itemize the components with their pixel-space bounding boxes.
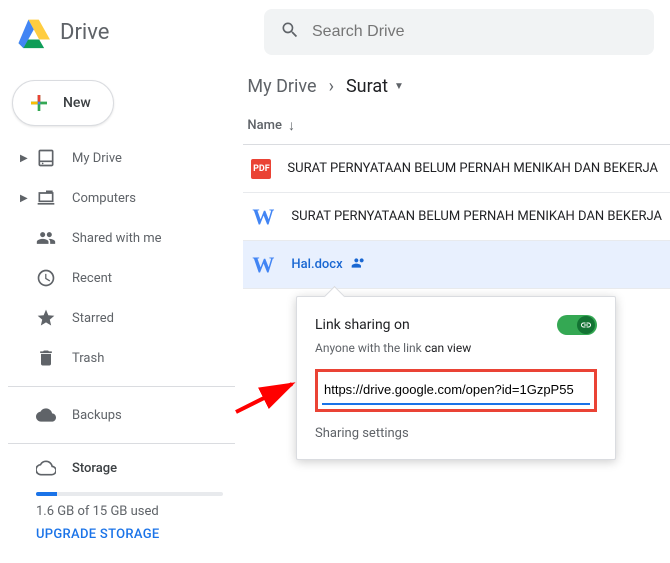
plus-icon xyxy=(27,91,51,115)
breadcrumb: My Drive › Surat ▼ xyxy=(243,68,670,109)
link-icon xyxy=(577,316,595,334)
breadcrumb-root[interactable]: My Drive xyxy=(247,76,316,97)
sharing-settings-link[interactable]: Sharing settings xyxy=(315,426,597,441)
expand-icon: ▶ xyxy=(20,153,32,164)
sidebar-item-computers[interactable]: ▶ Computers xyxy=(8,178,235,218)
new-button-label: New xyxy=(63,95,91,111)
separator xyxy=(8,443,235,444)
app-header: Drive xyxy=(0,0,670,64)
sidebar-item-storage[interactable]: Storage xyxy=(8,452,235,484)
popup-title: Link sharing on xyxy=(315,317,410,333)
upgrade-storage-link[interactable]: UPGRADE STORAGE xyxy=(36,527,223,542)
nav-label: Trash xyxy=(72,351,104,366)
shared-badge-icon xyxy=(351,255,367,275)
shared-icon xyxy=(36,228,56,248)
sidebar-item-shared[interactable]: Shared with me xyxy=(8,218,235,258)
sidebar-item-backups[interactable]: Backups xyxy=(8,395,235,435)
recent-icon xyxy=(36,268,56,288)
word-icon: W xyxy=(251,253,275,277)
computers-icon xyxy=(36,188,56,208)
backups-icon xyxy=(36,405,56,425)
sidebar-item-starred[interactable]: Starred xyxy=(8,298,235,338)
sort-down-icon: ↓ xyxy=(288,117,295,134)
pdf-icon: PDF xyxy=(251,159,271,179)
file-name: Hal.docx xyxy=(291,257,342,272)
sidebar: New ▶ My Drive ▶ Computers Shared with m… xyxy=(0,64,235,542)
drive-icon xyxy=(36,148,56,168)
sidebar-item-mydrive[interactable]: ▶ My Drive xyxy=(8,138,235,178)
column-header-name[interactable]: Name ↓ xyxy=(243,109,670,145)
nav-label: Shared with me xyxy=(72,231,162,246)
file-row[interactable]: W Hal.docx xyxy=(243,241,670,289)
popup-subtitle: Anyone with the link can view xyxy=(315,341,597,355)
nav-label: Recent xyxy=(72,271,112,286)
breadcrumb-current[interactable]: Surat ▼ xyxy=(346,76,404,97)
new-button[interactable]: New xyxy=(12,80,114,126)
storage-title: Storage xyxy=(72,461,117,476)
link-sharing-popup: Link sharing on Anyone with the link can… xyxy=(296,296,616,460)
star-icon xyxy=(36,308,56,328)
cloud-icon xyxy=(36,458,56,478)
drive-logo-icon xyxy=(16,14,52,50)
app-name: Drive xyxy=(60,20,109,45)
logo-area[interactable]: Drive xyxy=(16,14,256,50)
search-icon xyxy=(280,20,300,44)
nav-label: Computers xyxy=(72,191,136,206)
nav-label: Backups xyxy=(72,408,122,423)
storage-progress xyxy=(36,492,223,496)
share-link-input[interactable] xyxy=(322,376,590,405)
chevron-right-icon: › xyxy=(329,76,334,97)
sidebar-item-trash[interactable]: Trash xyxy=(8,338,235,378)
storage-used-text: 1.6 GB of 15 GB used xyxy=(36,504,223,519)
file-name: SURAT PERNYATAAN BELUM PERNAH MENIKAH DA… xyxy=(287,161,658,176)
nav-label: Starred xyxy=(72,311,114,326)
word-icon: W xyxy=(251,205,275,229)
search-bar[interactable] xyxy=(264,9,654,55)
sidebar-item-recent[interactable]: Recent xyxy=(8,258,235,298)
expand-icon: ▶ xyxy=(20,193,32,204)
separator xyxy=(8,386,235,387)
link-highlight-box xyxy=(315,369,597,412)
file-row[interactable]: W SURAT PERNYATAAN BELUM PERNAH MENIKAH … xyxy=(243,193,670,241)
search-input[interactable] xyxy=(312,23,638,41)
storage-section: 1.6 GB of 15 GB used UPGRADE STORAGE xyxy=(8,492,235,542)
caret-down-icon: ▼ xyxy=(394,81,404,92)
nav-label: My Drive xyxy=(72,151,122,166)
file-row[interactable]: PDF SURAT PERNYATAAN BELUM PERNAH MENIKA… xyxy=(243,145,670,193)
file-name: SURAT PERNYATAAN BELUM PERNAH MENIKAH DA… xyxy=(291,209,662,224)
link-sharing-toggle[interactable] xyxy=(557,315,597,335)
trash-icon xyxy=(36,348,56,368)
